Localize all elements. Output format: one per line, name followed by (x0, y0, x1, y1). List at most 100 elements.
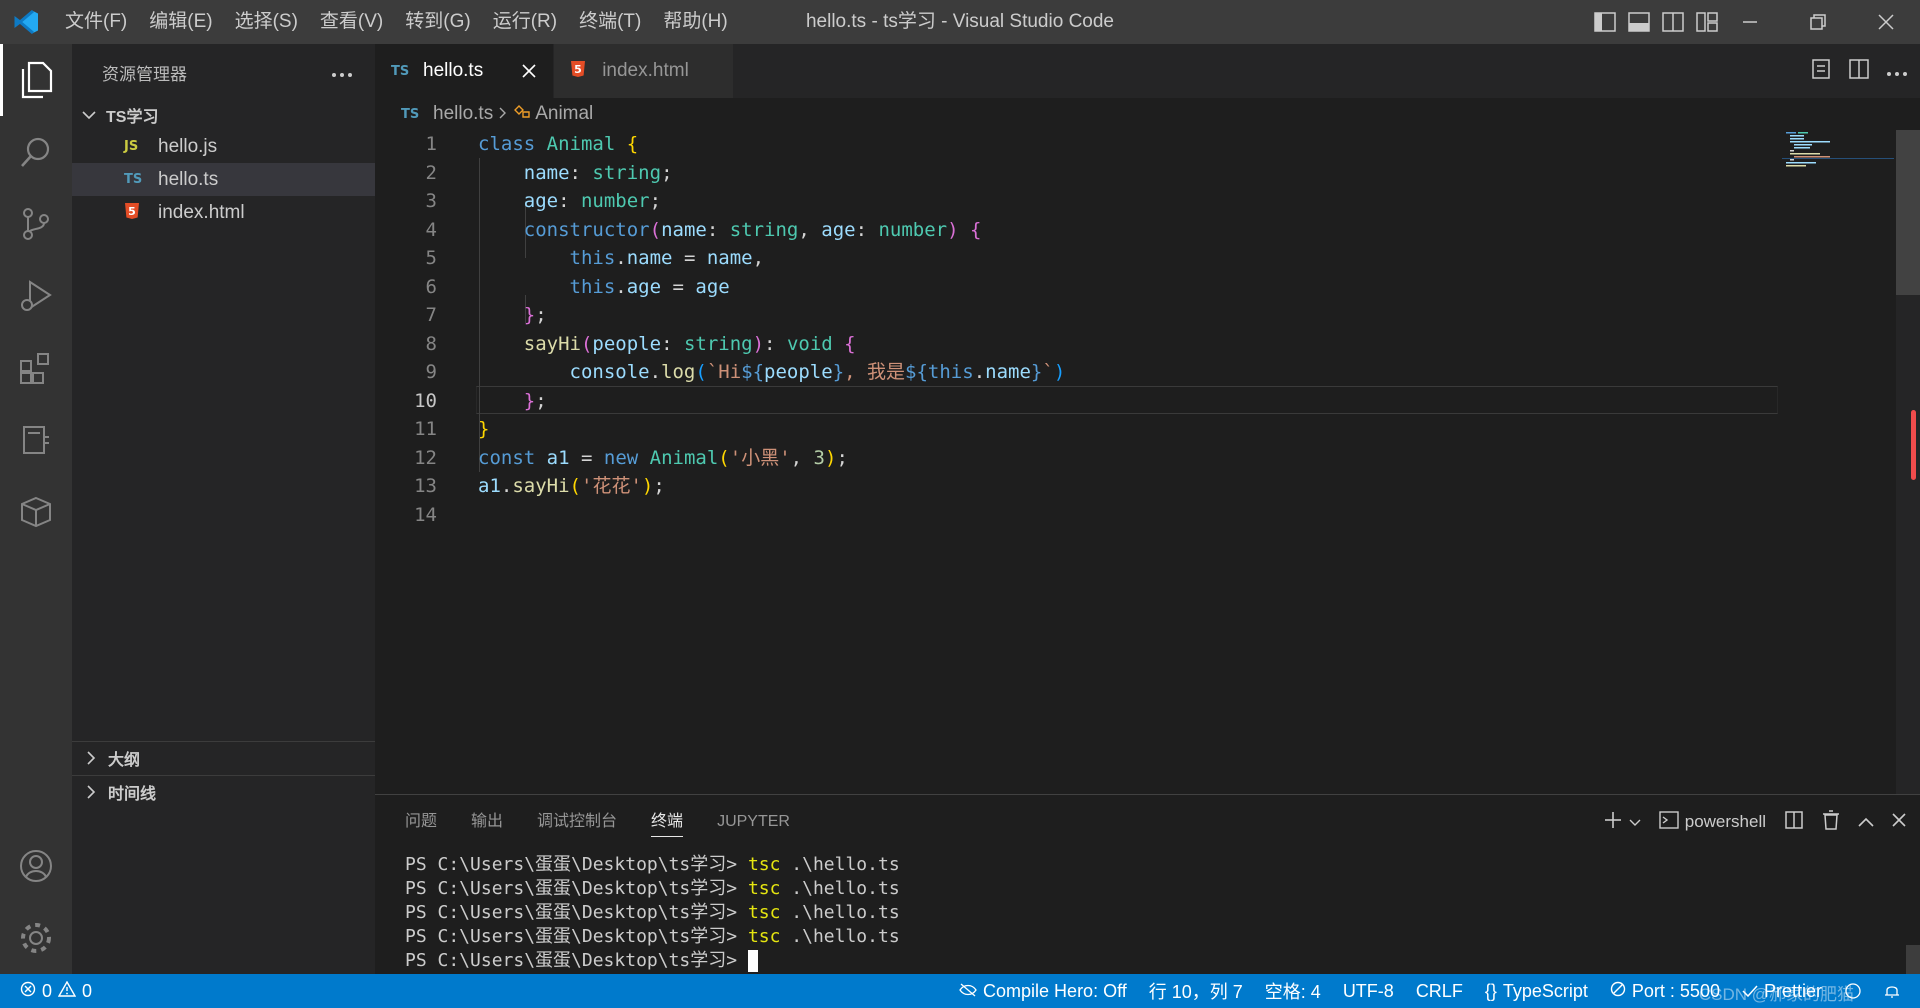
toggle-primary-sidebar-icon[interactable] (1592, 9, 1618, 35)
source-control-icon[interactable] (0, 188, 72, 260)
menu-selection[interactable]: 选择(S) (224, 0, 309, 44)
code-text: constructor(name: string, age: number) { (523, 218, 982, 241)
open-preview-icon[interactable] (1810, 58, 1832, 85)
error-count: 0 (42, 980, 53, 1001)
close-window-icon[interactable] (1852, 0, 1920, 44)
editor-actions (1810, 44, 1908, 98)
tab-label: hello.ts (423, 60, 484, 81)
minimize-icon[interactable] (1716, 0, 1784, 44)
close-icon[interactable] (1892, 812, 1906, 832)
code-line: 5 this.name = name, (375, 244, 1775, 273)
outline-section[interactable]: 大纲 (72, 741, 375, 774)
menu-view[interactable]: 查看(V) (309, 0, 394, 44)
timeline-section[interactable]: 时间线 (72, 775, 375, 808)
explorer-icon[interactable] (0, 44, 72, 116)
gear-icon[interactable] (0, 902, 72, 974)
scrollbar-error-marker (1911, 410, 1916, 480)
folder-ts-study[interactable]: TS学习 (72, 100, 375, 130)
terminal-shell-selector[interactable]: powershell (1659, 810, 1766, 834)
restore-icon[interactable] (1784, 0, 1852, 44)
bell-icon[interactable] (1884, 982, 1900, 1000)
code-text: sayHi(people: string): void { (523, 332, 856, 355)
menu-go[interactable]: 转到(G) (394, 0, 481, 44)
tab-output[interactable]: 输出 (471, 795, 503, 849)
tab-debug-console[interactable]: 调试控制台 (537, 795, 617, 849)
ts-file-icon: TS (124, 172, 143, 187)
split-editor-icon[interactable] (1848, 58, 1870, 85)
problems-status[interactable]: 0 0 (20, 980, 92, 1002)
search-icon[interactable] (0, 116, 72, 188)
toggle-panel-icon[interactable] (1626, 9, 1652, 35)
error-icon (20, 981, 36, 1002)
split-terminal-icon[interactable] (1784, 810, 1804, 835)
more-actions-icon[interactable] (1886, 61, 1908, 82)
no-entry-icon (1610, 981, 1626, 1002)
watermark: CSDN @郝家的肥猫 (1698, 985, 1854, 1004)
vscode-logo-icon (0, 0, 54, 44)
breadcrumb-symbol[interactable]: Animal (535, 103, 593, 125)
line-number: 11 (414, 418, 437, 440)
file-label: hello.js (158, 135, 218, 157)
tab-index-html[interactable]: 5 index.html (554, 44, 735, 98)
menu-edit[interactable]: 编辑(E) (138, 0, 223, 44)
account-icon[interactable] (0, 830, 72, 902)
indentation[interactable]: 空格: 4 (1265, 978, 1321, 1004)
tab-hello-ts[interactable]: TS hello.ts (375, 44, 555, 98)
file-index-html[interactable]: 5 index.html (72, 196, 375, 229)
tab-label: index.html (602, 60, 689, 81)
new-terminal-icon[interactable] (1603, 810, 1623, 835)
chevron-down-icon[interactable] (1629, 812, 1641, 832)
code-text: }; (523, 304, 547, 326)
editor-scrollbar[interactable] (1896, 130, 1920, 794)
terminal-output[interactable]: PS C:\Users\蛋蛋\Desktop\ts学习> tsc .\hello… (405, 853, 900, 973)
window-controls (1716, 0, 1920, 44)
chevron-down-icon (78, 110, 100, 120)
encoding[interactable]: UTF-8 (1343, 981, 1394, 1002)
close-icon[interactable] (519, 61, 539, 81)
code-line: 12 const a1 = new Animal('小黑', 3); (375, 444, 1775, 473)
more-actions-icon[interactable] (331, 62, 353, 83)
code-editor[interactable]: 1 class Animal { 2 name: string; 3 age: n… (375, 130, 1920, 794)
sidebar-title: 资源管理器 (102, 64, 187, 84)
explorer-sidebar: 资源管理器 TS学习 JS hello.js TS hello.ts 5 ind… (72, 44, 375, 974)
menu-help[interactable]: 帮助(H) (652, 0, 738, 44)
compile-hero-status[interactable]: Compile Hero: Off (959, 981, 1127, 1002)
remote-explorer-icon[interactable] (0, 404, 72, 476)
menu-file[interactable]: 文件(F) (54, 0, 138, 44)
folder-label: TS学习 (106, 109, 159, 126)
menu-run[interactable]: 运行(R) (482, 0, 568, 44)
terminal-scrollbar[interactable] (1906, 945, 1920, 975)
extensions-icon[interactable] (0, 332, 72, 404)
cursor-position[interactable]: 行 10，列 7 (1149, 978, 1243, 1004)
tab-problems[interactable]: 问题 (405, 795, 437, 849)
line-number: 2 (425, 161, 437, 184)
class-symbol-icon (513, 103, 531, 125)
code-line: 14 (375, 501, 1775, 530)
tab-jupyter[interactable]: JUPYTER (717, 795, 790, 849)
line-number: 9 (425, 361, 437, 383)
code-line: 7 }; (375, 301, 1775, 330)
minimap[interactable] (1782, 130, 1894, 794)
scrollbar-thumb[interactable] (1896, 130, 1920, 295)
trash-icon[interactable] (1822, 809, 1840, 835)
run-debug-icon[interactable] (0, 260, 72, 332)
line-number: 5 (425, 247, 437, 269)
language-mode[interactable]: {} TypeScript (1485, 981, 1588, 1002)
panel-actions: powershell (1603, 795, 1906, 849)
line-number: 4 (425, 218, 437, 241)
file-hello-js[interactable]: JS hello.js (72, 130, 375, 163)
tab-terminal[interactable]: 终端 (651, 795, 684, 849)
outline-label: 大纲 (108, 752, 141, 769)
code-text: name: string; (523, 161, 673, 184)
file-hello-ts[interactable]: TS hello.ts (72, 163, 375, 196)
sidebar-header: 资源管理器 (72, 44, 375, 100)
package-icon[interactable] (0, 476, 72, 548)
toggle-secondary-sidebar-icon[interactable] (1660, 9, 1686, 35)
breadcrumb-file[interactable]: hello.ts (433, 103, 493, 125)
end-of-line[interactable]: CRLF (1416, 981, 1463, 1002)
line-number: 6 (425, 275, 437, 298)
svg-text:5: 5 (574, 63, 582, 76)
html5-file-icon: 5 (124, 202, 154, 224)
chevron-up-icon[interactable] (1858, 812, 1874, 832)
menu-terminal[interactable]: 终端(T) (568, 0, 652, 44)
